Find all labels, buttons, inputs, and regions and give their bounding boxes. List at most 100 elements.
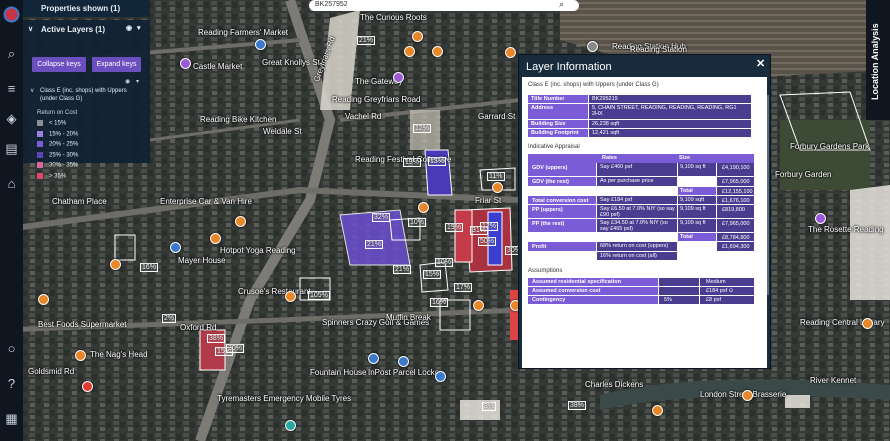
- roc-tag[interactable]: 15%: [423, 270, 442, 279]
- collapse-keys-button[interactable]: Collapse keys: [32, 57, 86, 72]
- map-pin-icon[interactable]: [473, 300, 484, 311]
- roc-tag[interactable]: 13%: [403, 158, 422, 167]
- map-label: Forbury Gardens Park: [790, 142, 870, 151]
- layers-icon[interactable]: ≡: [3, 80, 20, 97]
- map-pin-icon[interactable]: [110, 259, 121, 270]
- roc-tag[interactable]: 3%: [482, 402, 497, 411]
- legend-bin: 30% - 35%: [37, 162, 78, 171]
- map-pin-icon[interactable]: [742, 390, 753, 401]
- roc-tag[interactable]: 19%: [445, 223, 464, 232]
- roc-tag[interactable]: 13%: [428, 157, 447, 166]
- scrollbar[interactable]: [767, 95, 769, 295]
- map-label: Muffin Break: [386, 313, 431, 322]
- map-pin-icon[interactable]: [652, 405, 663, 416]
- assumption-a: 5%: [664, 297, 672, 303]
- map-pin-icon[interactable]: [587, 41, 598, 52]
- layer-information-panel: Layer Information ✕ Class E (inc. shops)…: [518, 54, 771, 369]
- legend-swatch: [37, 172, 43, 179]
- chevron-down-icon[interactable]: ∨: [30, 87, 34, 94]
- pin-icon[interactable]: ▾: [137, 24, 141, 32]
- active-layers-header[interactable]: ∨ Active Layers (1) ◉ ▾: [23, 20, 150, 37]
- detail-key: Building Footprint: [531, 130, 579, 136]
- detail-key: Building Size: [531, 121, 566, 127]
- row-size: 9,109 sq ft: [680, 220, 706, 226]
- roc-tag[interactable]: 12%: [413, 124, 432, 133]
- row-size: 9,109 sq ft: [680, 164, 706, 170]
- map-pin-icon[interactable]: [82, 381, 93, 392]
- row-key: PP (uppers): [532, 207, 563, 213]
- legend-swatch: [37, 151, 43, 158]
- roc-tag[interactable]: 17%: [454, 283, 473, 292]
- detail-key: Title Number: [531, 96, 565, 102]
- chevron-down-icon[interactable]: ∨: [28, 25, 33, 33]
- map-pin-icon[interactable]: [285, 291, 296, 302]
- eye-icon[interactable]: ◉: [125, 78, 130, 85]
- map-pin-icon[interactable]: [235, 216, 246, 227]
- map-pin-icon[interactable]: [170, 242, 181, 253]
- map-label: Reading Station: [630, 45, 687, 54]
- logo-icon[interactable]: [3, 6, 20, 23]
- map-pin-icon[interactable]: [368, 353, 379, 364]
- lightbulb-icon[interactable]: ○: [3, 340, 20, 357]
- help-icon[interactable]: ?: [3, 375, 20, 392]
- assumption-key: Assumed residential specification: [532, 279, 621, 285]
- map-pin-icon[interactable]: [210, 233, 221, 244]
- map-pin-icon[interactable]: [505, 47, 516, 58]
- search-input[interactable]: BK257952 ⌕: [309, 0, 579, 11]
- map-pin-icon[interactable]: [492, 182, 503, 193]
- map-pin-icon[interactable]: [398, 356, 409, 367]
- roc-tag[interactable]: 105%: [308, 291, 330, 300]
- roc-tag[interactable]: 50%: [478, 237, 497, 246]
- location-analysis-label: Location Analysis: [870, 23, 880, 100]
- assumption-b: £8 psf: [706, 297, 721, 303]
- building-icon[interactable]: ▤: [3, 140, 20, 157]
- roc-tag[interactable]: 12%: [480, 222, 499, 231]
- stack-icon[interactable]: ◈: [3, 110, 20, 127]
- close-icon[interactable]: ✕: [756, 57, 765, 70]
- search-icon[interactable]: ⌕: [3, 45, 20, 62]
- roc-tag[interactable]: 16%: [140, 263, 159, 272]
- detail-key: Address: [531, 105, 554, 111]
- roc-tag[interactable]: 21%: [365, 240, 384, 249]
- map-pin-icon[interactable]: [412, 31, 423, 42]
- map-label: Forbury Garden: [775, 170, 832, 179]
- location-analysis-tab[interactable]: Location Analysis: [866, 0, 890, 120]
- map-pin-icon[interactable]: [255, 39, 266, 50]
- row-rate: Say £184 psf: [600, 197, 633, 203]
- school-icon[interactable]: ⌂: [3, 175, 20, 192]
- roc-tag[interactable]: 2%: [162, 314, 177, 323]
- roc-tag[interactable]: 10%: [408, 218, 427, 227]
- map-label: Vachel Rd: [345, 112, 382, 121]
- map-pin-icon[interactable]: [404, 46, 415, 57]
- eye-icon[interactable]: ◉: [126, 24, 132, 32]
- properties-shown-header[interactable]: Properties shown (1): [23, 0, 150, 17]
- legend-bin: > 35%: [37, 172, 66, 182]
- map-pin-icon[interactable]: [435, 371, 446, 382]
- pin-icon[interactable]: ▾: [136, 78, 139, 85]
- roc-tag[interactable]: 32%: [372, 213, 391, 222]
- map-pin-icon[interactable]: [38, 294, 49, 305]
- row-rate: As per purchase price: [600, 178, 654, 184]
- roc-tag[interactable]: 21%: [393, 265, 412, 274]
- map-pin-icon[interactable]: [75, 350, 86, 361]
- roc-tag[interactable]: 38%: [207, 334, 226, 343]
- map-pin-icon[interactable]: [418, 202, 429, 213]
- roc-tag[interactable]: 38%: [568, 401, 587, 410]
- basket-icon[interactable]: ▦: [3, 410, 20, 427]
- roc-tag[interactable]: 30%: [226, 344, 245, 353]
- roc-tag[interactable]: 21%: [357, 36, 376, 45]
- search-icon[interactable]: ⌕: [559, 0, 564, 10]
- map-pin-icon[interactable]: [862, 318, 873, 329]
- roc-tag[interactable]: 16%: [430, 298, 449, 307]
- row-rate: Say £34.50 at 7.0% NIY (so say £465 psf): [600, 220, 668, 232]
- map-pin-icon[interactable]: [815, 213, 826, 224]
- map-pin-icon[interactable]: [432, 46, 443, 57]
- roc-tag[interactable]: 10%: [435, 258, 454, 267]
- roc-tag[interactable]: 11%: [487, 172, 505, 181]
- row-value: £819,800: [722, 207, 745, 213]
- map-pin-icon[interactable]: [393, 72, 404, 83]
- map-pin-icon[interactable]: [180, 58, 191, 69]
- detail-value: 5, CHAIN STREET, READING, READING, READI…: [592, 105, 737, 117]
- map-pin-icon[interactable]: [285, 420, 296, 431]
- expand-keys-button[interactable]: Expand keys: [92, 57, 141, 72]
